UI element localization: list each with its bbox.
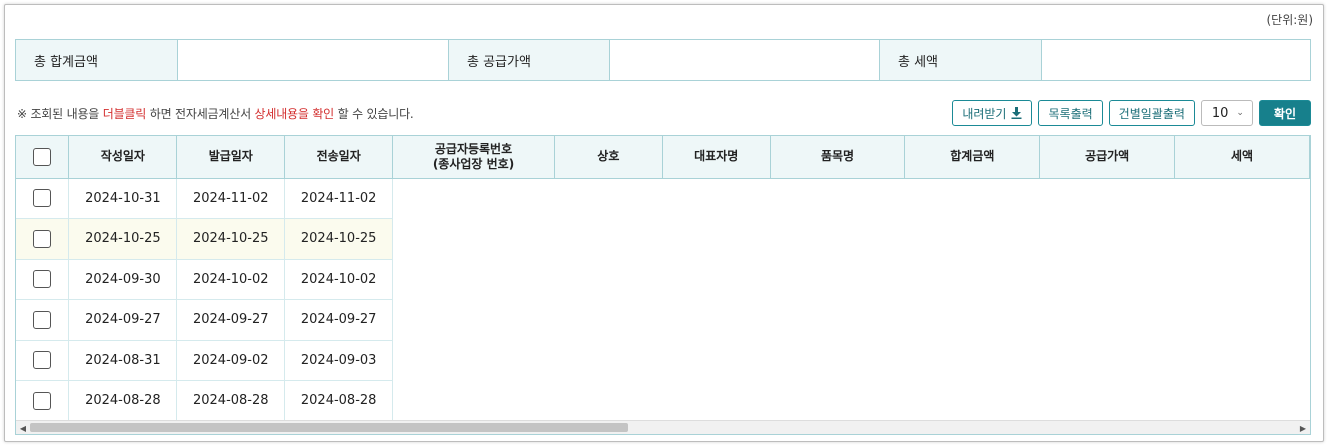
row-checkbox[interactable] (33, 229, 52, 248)
scroll-right-icon[interactable]: ▶ (1296, 421, 1310, 434)
invoice-table-container: 작성일자 발급일자 전송일자 공급자등록번호 (종사업장 번호) 상호 대표자명… (15, 135, 1311, 435)
table-row[interactable]: 2024-08-31 2024-09-02 2024-09-03 (16, 340, 1310, 381)
row-checkbox[interactable] (33, 391, 52, 410)
notice-highlight-doubleclick: 더블클릭 (102, 107, 147, 121)
table-cell: 2024-08-28 (176, 380, 286, 422)
row-checkbox-cell (16, 380, 70, 422)
row-checkbox[interactable] (33, 189, 52, 208)
table-row[interactable]: 2024-09-27 2024-09-27 2024-09-27 (16, 299, 1310, 341)
col-header[interactable]: 발급일자 (176, 136, 286, 179)
notice-middle: 하면 전자세금계산서 (146, 107, 255, 121)
table-header-row: 작성일자 발급일자 전송일자 공급자등록번호 (종사업장 번호) 상호 대표자명… (16, 136, 1310, 179)
scroll-left-icon[interactable]: ◀ (16, 421, 30, 434)
table-cell: 2024-11-02 (176, 178, 286, 219)
table-cell: 2024-10-02 (284, 259, 394, 300)
row-checkbox[interactable] (33, 310, 52, 329)
table-row[interactable]: 2024-10-31 2024-11-02 2024-11-02 (16, 178, 1310, 219)
table-row[interactable]: 2024-08-28 2024-08-28 2024-08-28 (16, 380, 1310, 422)
chevron-down-icon: ⌄ (1236, 108, 1244, 118)
table-row[interactable]: 2024-10-25 2024-10-25 2024-10-25 (16, 218, 1310, 260)
row-checkbox[interactable] (33, 351, 52, 370)
table-cell: 2024-08-28 (284, 380, 394, 422)
download-icon (1011, 107, 1022, 119)
total-amount-value (178, 40, 449, 80)
notice-text: ※ 조회된 내용을 더블클릭 하면 전자세금계산서 상세내용을 확인 할 수 있… (17, 105, 414, 122)
table-cell: 2024-09-27 (68, 299, 178, 341)
summary-bar: 총 합계금액 총 공급가액 총 세액 (15, 39, 1311, 81)
table-cell: 2024-10-25 (176, 218, 286, 260)
table-cell: 2024-09-03 (284, 340, 394, 381)
notice-suffix: 할 수 있습니다. (334, 107, 414, 121)
row-checkbox-cell (16, 218, 70, 260)
col-header[interactable]: 합계금액 (904, 136, 1041, 179)
total-supply-label: 총 공급가액 (449, 40, 610, 80)
col-header[interactable]: 상호 (554, 136, 663, 179)
total-tax-label: 총 세액 (880, 40, 1042, 80)
row-checkbox-cell (16, 299, 70, 341)
unit-label: (단위:원) (1266, 13, 1313, 27)
invoice-table: 작성일자 발급일자 전송일자 공급자등록번호 (종사업장 번호) 상호 대표자명… (16, 136, 1310, 422)
table-cell: 2024-09-02 (176, 340, 286, 381)
col-header[interactable]: 작성일자 (68, 136, 178, 179)
col-header[interactable]: 세액 (1174, 136, 1310, 179)
table-cell: 2024-08-28 (68, 380, 178, 422)
col-header-supplier-reg[interactable]: 공급자등록번호 (종사업장 번호) (392, 136, 555, 179)
table-cell: 2024-08-31 (68, 340, 178, 381)
notice-highlight-detail: 상세내용을 확인 (254, 107, 335, 121)
notice-prefix: ※ 조회된 내용을 (17, 107, 103, 121)
horizontal-scrollbar[interactable]: ◀ ▶ (16, 420, 1310, 434)
total-supply-value (610, 40, 880, 80)
confirm-button[interactable]: 확인 (1258, 100, 1311, 126)
batch-print-button[interactable]: 건별일괄출력 (1108, 100, 1195, 126)
select-all-checkbox[interactable] (33, 147, 52, 166)
row-checkbox-cell (16, 178, 70, 219)
table-cell: 2024-11-02 (284, 178, 394, 219)
select-all-cell (16, 136, 70, 179)
row-checkbox-cell (16, 259, 70, 300)
col-header[interactable]: 공급가액 (1039, 136, 1176, 179)
toolbar: 내려받기 목록출력 건별일괄출력 10 ⌄ 확인 (952, 100, 1311, 126)
table-cell: 2024-09-27 (176, 299, 286, 341)
table-cell: 2024-10-25 (68, 218, 178, 260)
total-tax-value (1042, 40, 1310, 80)
total-amount-label: 총 합계금액 (16, 40, 178, 80)
col-header[interactable]: 전송일자 (284, 136, 394, 179)
col-header[interactable]: 품목명 (770, 136, 906, 179)
scrollbar-thumb[interactable] (30, 423, 628, 432)
table-row[interactable]: 2024-09-30 2024-10-02 2024-10-02 (16, 259, 1310, 300)
row-checkbox-cell (16, 340, 70, 381)
table-cell: 2024-10-31 (68, 178, 178, 219)
table-cell: 2024-10-25 (284, 218, 394, 260)
table-cell: 2024-09-27 (284, 299, 394, 341)
table-cell: 2024-09-30 (68, 259, 178, 300)
table-cell: 2024-10-02 (176, 259, 286, 300)
row-checkbox[interactable] (33, 270, 52, 289)
download-button[interactable]: 내려받기 (952, 100, 1033, 126)
col-header[interactable]: 대표자명 (662, 136, 771, 179)
list-print-button[interactable]: 목록출력 (1038, 100, 1103, 126)
page-size-value: 10 (1211, 105, 1229, 121)
download-label: 내려받기 (962, 106, 1007, 121)
page-size-select[interactable]: 10 ⌄ (1200, 100, 1253, 126)
